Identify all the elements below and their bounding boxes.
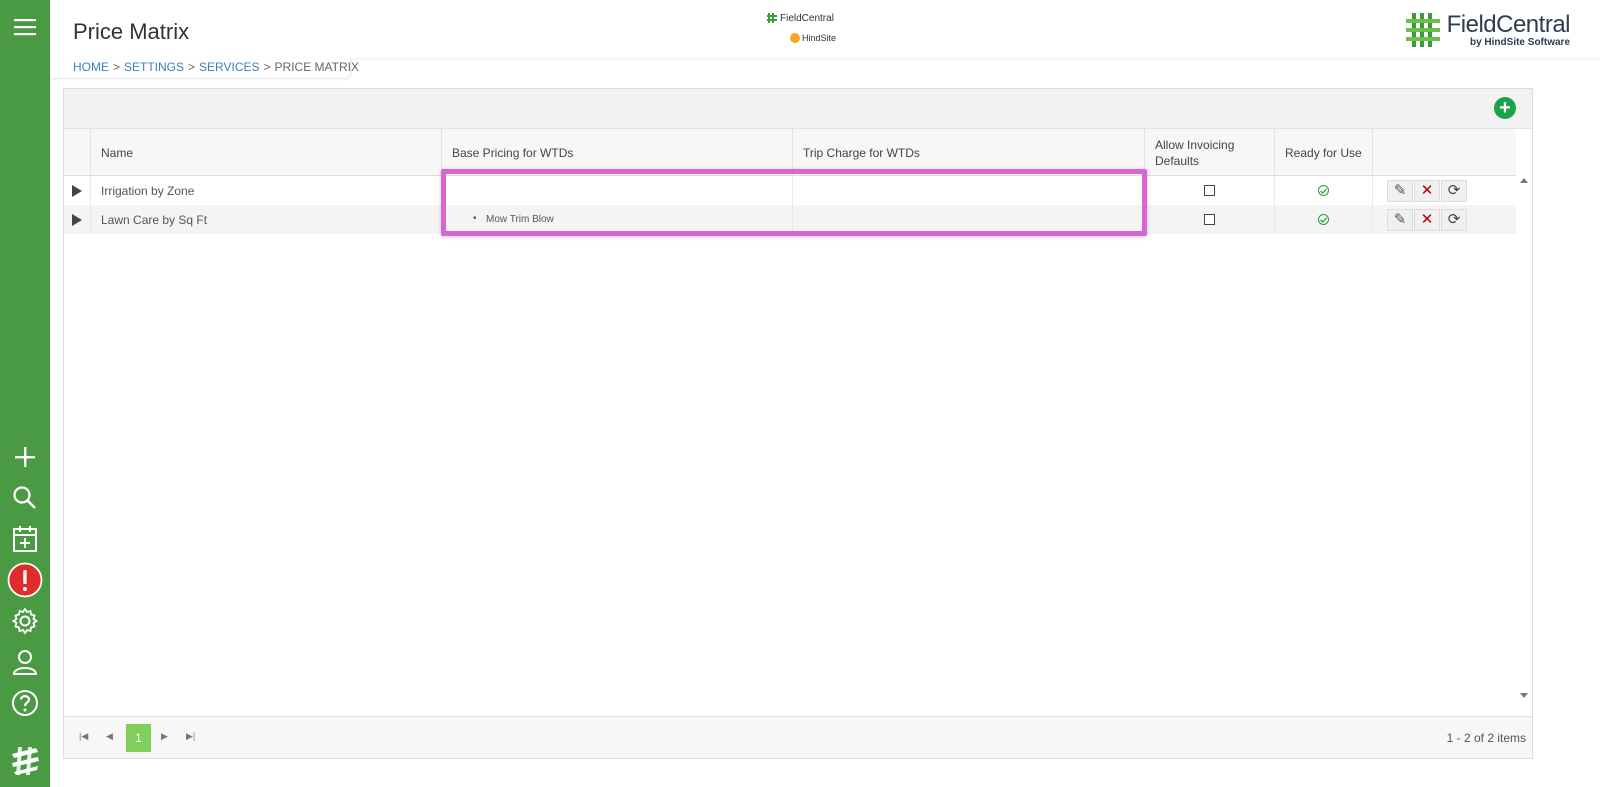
expand-cell [64,176,90,205]
scroll-up-arrow-icon[interactable] [1520,178,1528,183]
breadcrumb-services[interactable]: SERVICES [199,60,259,74]
scroll-down-arrow-icon[interactable] [1520,693,1528,698]
check-circle-icon [1318,214,1329,225]
check-circle-icon [1318,185,1329,196]
base-pricing-list-item: Mow Trim Blow [473,213,554,225]
column-header-allow-invoicing[interactable]: Allow Invoicing Defaults [1144,129,1274,176]
allow-invoicing-checkbox[interactable] [1204,185,1215,196]
next-page-icon[interactable]: ▶ [161,731,168,742]
delete-button[interactable]: ✕ [1414,208,1440,231]
help-icon[interactable] [0,684,50,722]
add-price-matrix-button[interactable]: + [1494,97,1516,119]
actions-cell: ✎ ✕ ⟳ [1372,176,1486,205]
center-logo-brand: FieldCentral [766,12,834,24]
last-page-icon[interactable]: ▶| [186,731,195,742]
column-header-base-pricing[interactable]: Base Pricing for WTDs [441,129,792,176]
plus-icon[interactable] [0,438,50,476]
column-header-trip-charge[interactable]: Trip Charge for WTDs [792,129,1144,176]
center-logo: FieldCentral HindSite [766,12,846,48]
column-header-expand [64,129,90,176]
first-page-icon[interactable]: |◀ [79,731,88,742]
price-matrix-grid: + Name Base Pricing for WTDs Trip Charge… [63,88,1533,759]
allow-invoicing-checkbox[interactable] [1204,214,1215,225]
column-header-ready[interactable]: Ready for Use [1274,129,1372,176]
refresh-icon: ⟳ [1447,182,1461,199]
breadcrumb-settings[interactable]: SETTINGS [124,60,184,74]
refresh-button[interactable]: ⟳ [1441,179,1467,202]
delete-button[interactable]: ✕ [1414,179,1440,202]
vertical-scrollbar[interactable] [1516,176,1532,701]
page-title: Price Matrix [73,19,190,44]
plus-circle-icon: + [1499,97,1511,119]
breadcrumb-current: PRICE MATRIX [274,60,359,74]
fieldcentral-logo-icon [1405,13,1440,47]
menu-icon[interactable] [0,8,50,46]
pencil-icon: ✎ [1393,211,1407,228]
pager-info: 1 - 2 of 2 items [1446,731,1526,745]
page-number-button[interactable]: 1 [126,724,151,752]
name-cell: Lawn Care by Sq Ft [90,205,441,234]
ready-cell [1274,176,1372,205]
user-icon[interactable] [0,643,50,681]
edit-button[interactable]: ✎ [1387,179,1413,202]
base-pricing-cell: Mow Trim Blow [441,205,792,234]
fieldcentral-mini-icon [767,13,777,23]
table-body: Irrigation by Zone ✎ ✕ ⟳ Lawn Care by Sq… [64,176,1516,234]
center-logo-sub: HindSite [790,33,836,43]
actions-cell: ✎ ✕ ⟳ [1372,205,1486,234]
allow-invoicing-cell [1144,205,1274,234]
search-icon[interactable] [0,479,50,517]
base-pricing-cell [441,176,792,205]
name-cell: Irrigation by Zone [90,176,441,205]
breadcrumb-separator: > [113,60,121,74]
table-row: Irrigation by Zone ✎ ✕ ⟳ [64,176,1516,205]
hindsite-dot-icon [790,33,800,43]
right-logo-by: by HindSite Software [1469,36,1570,48]
calendar-add-icon[interactable] [0,520,50,558]
expand-arrow-icon[interactable] [72,213,82,226]
gear-icon[interactable] [0,602,50,640]
close-icon: ✕ [1420,211,1434,228]
pencil-icon: ✎ [1393,182,1407,199]
header: Price Matrix FieldCentral HindSite Field… [50,0,1600,58]
prev-page-icon[interactable]: ◀ [106,731,113,742]
breadcrumb-home[interactable]: HOME [73,60,109,74]
edit-button[interactable]: ✎ [1387,208,1413,231]
breadcrumb-bar: HOME > SETTINGS > SERVICES > PRICE MATRIX [50,58,359,78]
breadcrumb-separator: > [263,60,271,74]
refresh-button[interactable]: ⟳ [1441,208,1467,231]
right-logo-name: FieldCentral [1446,10,1571,38]
column-header-name[interactable]: Name [90,129,441,176]
refresh-icon: ⟳ [1447,211,1461,228]
breadcrumb-separator: > [188,60,196,74]
table-row: Lawn Care by Sq Ft Mow Trim Blow ✎ ✕ ⟳ [64,205,1516,234]
brand-icon[interactable] [0,742,50,780]
trip-charge-cell [792,205,1144,234]
breadcrumb: HOME > SETTINGS > SERVICES > PRICE MATRIX [73,60,359,74]
allow-invoicing-cell [1144,176,1274,205]
table-header: Name Base Pricing for WTDs Trip Charge f… [64,129,1516,176]
pager: |◀ ◀ 1 ▶ ▶| 1 - 2 of 2 items [64,716,1532,758]
column-header-actions [1372,129,1486,176]
alert-icon[interactable] [0,561,50,599]
grid-toolbar: + [64,89,1532,129]
right-logo: FieldCentral by HindSite Software [1405,10,1571,50]
expand-arrow-icon[interactable] [72,184,82,197]
sidebar [0,0,50,787]
ready-cell [1274,205,1372,234]
expand-cell [64,205,90,234]
close-icon: ✕ [1420,182,1434,199]
trip-charge-cell [792,176,1144,205]
